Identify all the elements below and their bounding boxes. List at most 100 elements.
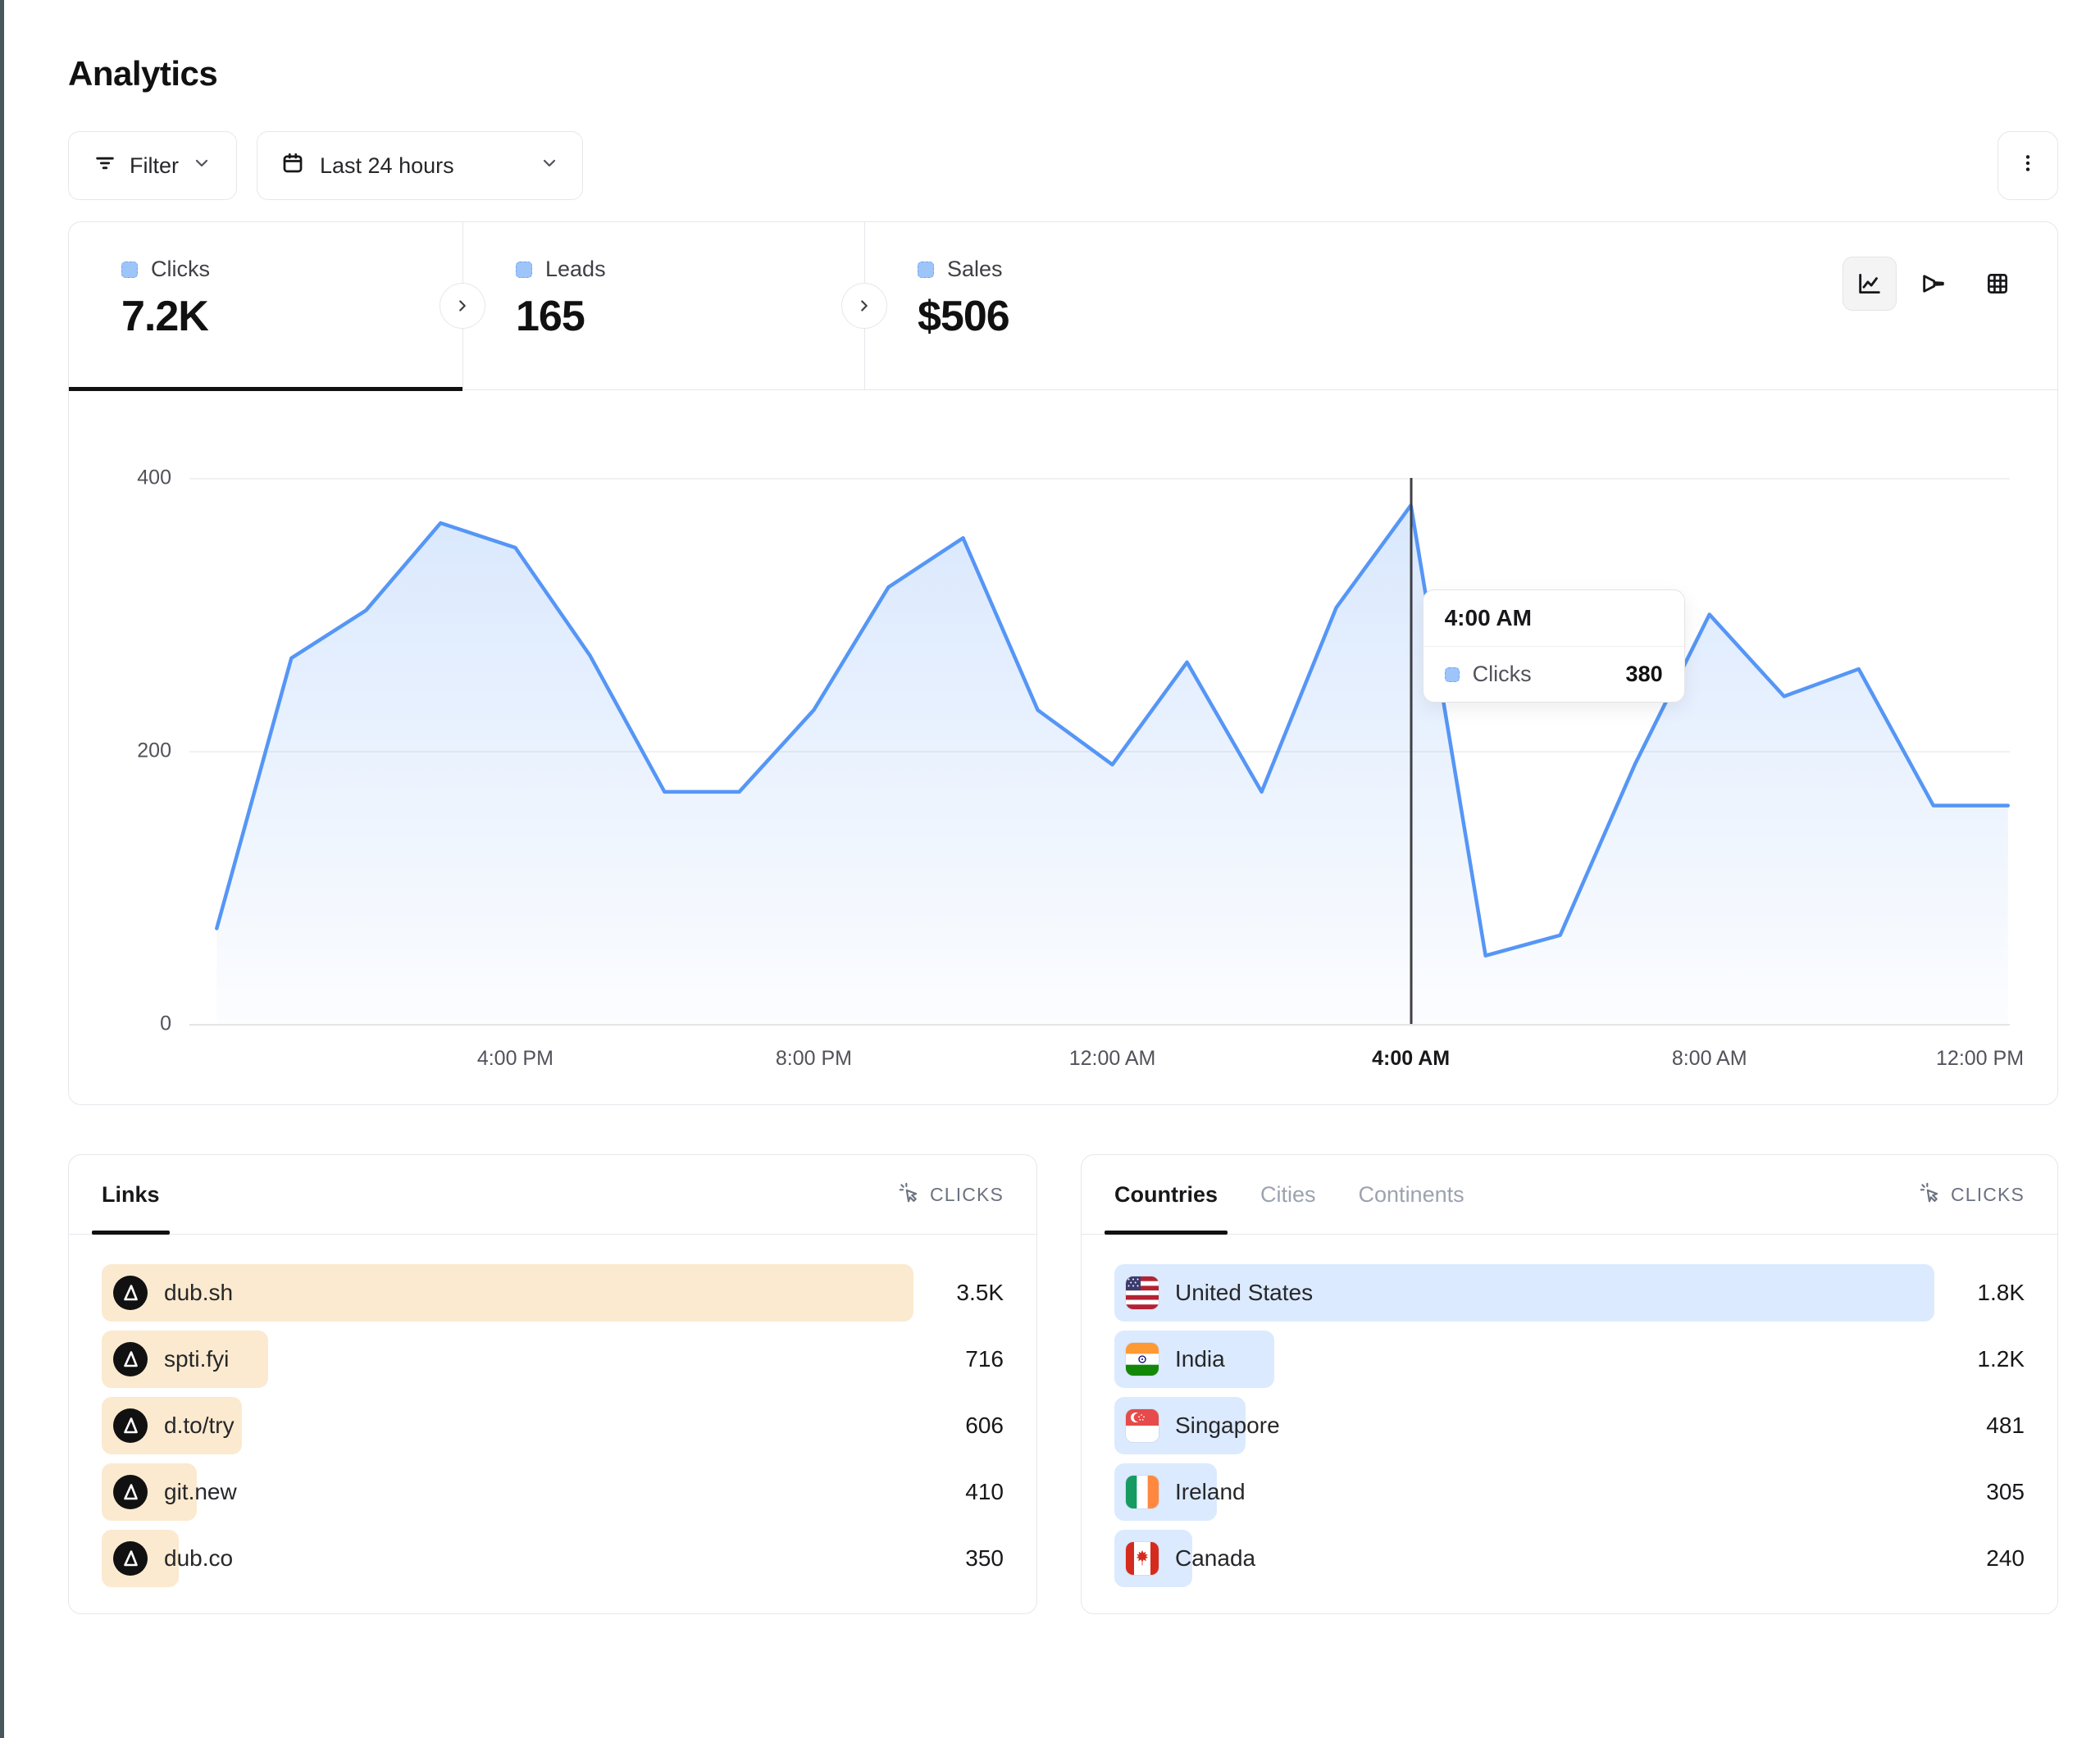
more-options-button[interactable] [1998,131,2058,200]
bar-track: git.new [102,1463,913,1521]
row-content: Ireland [1114,1463,1934,1521]
analytics-card: Clicks 7.2K Leads 165 Sales $506 [68,221,2058,1105]
filter-button[interactable]: Filter [68,131,237,200]
row-value: 1.8K [1934,1280,2025,1306]
funnel-icon [1920,270,1947,298]
x-tick: 12:00 AM [1069,1047,1156,1071]
stat-expand-button[interactable] [440,283,485,329]
table-view-button[interactable] [1970,257,2025,311]
bar-track: Canada [1114,1530,1934,1587]
hover-crosshair [1410,478,1412,1024]
row-content: dub.co [102,1530,913,1587]
country-row[interactable]: United States1.8K [1114,1264,2025,1322]
cursor-click-icon [897,1181,920,1208]
funnel-view-button[interactable] [1906,257,1961,311]
row-value: 305 [1934,1479,2025,1505]
row-value: 1.2K [1934,1346,2025,1372]
row-value: 3.5K [913,1280,1004,1306]
country-row[interactable]: India 1.2K [1114,1331,2025,1388]
tab-countries[interactable]: Countries [1105,1155,1228,1234]
date-range-button[interactable]: Last 24 hours [257,131,583,200]
links-metric-header[interactable]: CLICKS [897,1181,1004,1208]
bar-track: spti.fyi [102,1331,913,1388]
row-value: 240 [1934,1545,2025,1572]
filter-label: Filter [130,153,179,179]
ca-flag-icon [1126,1542,1159,1575]
x-tick: 12:00 PM [1936,1047,2024,1071]
row-content: git.new [102,1463,913,1521]
geo-metric-header[interactable]: CLICKS [1918,1181,2025,1208]
tab-continents[interactable]: Continents [1349,1155,1474,1234]
bar-track: dub.co [102,1530,913,1587]
row-content: India [1114,1331,1934,1388]
links-rows: dub.sh3.5Kspti.fyi716d.to/try606git.new4… [69,1235,1036,1587]
country-row[interactable]: Canada 240 [1114,1530,2025,1587]
clicks-chart[interactable]: 4002000 4:00 AM [69,390,2057,1104]
stat-clicks[interactable]: Clicks 7.2K [69,222,462,389]
geo-panel-header: Countries Cities Continents CLICKS [1082,1155,2057,1235]
tab-cities[interactable]: Cities [1250,1155,1326,1234]
x-tick: 4:00 PM [477,1047,553,1071]
row-content: d.to/try [102,1397,913,1454]
row-label: Canada [1175,1545,1255,1572]
dub-logo-icon [113,1408,148,1443]
table-grid-icon [1984,270,2011,298]
row-label: d.to/try [164,1413,235,1439]
geo-rows: United States1.8K India 1.2K Singapore 481 Ir… [1082,1235,2057,1587]
metric-header-label: CLICKS [1951,1184,2025,1206]
row-value: 481 [1934,1413,2025,1439]
stats-row: Clicks 7.2K Leads 165 Sales $506 [69,222,2057,390]
line-chart-icon [1856,270,1884,298]
sg-flag-icon [1126,1409,1159,1442]
tab-links[interactable]: Links [92,1155,170,1234]
row-content: Singapore [1114,1397,1934,1454]
row-content: Canada [1114,1530,1934,1587]
row-label: dub.co [164,1545,233,1572]
in-flag-icon [1126,1343,1159,1376]
dub-logo-icon [113,1342,148,1376]
geo-panel: Countries Cities Continents CLICKS United … [1081,1154,2058,1614]
cursor-click-icon [1918,1181,1941,1208]
stat-label: Sales [947,257,1003,282]
row-value: 410 [913,1479,1004,1505]
stat-expand-button[interactable] [841,283,887,329]
y-tick: 200 [137,739,171,763]
country-row[interactable]: Singapore 481 [1114,1397,2025,1454]
dub-logo-icon [113,1541,148,1576]
row-label: git.new [164,1479,237,1505]
row-value: 606 [913,1413,1004,1439]
calendar-icon [280,151,305,181]
link-row[interactable]: dub.co350 [102,1530,1004,1587]
filter-icon [93,152,116,180]
links-panel-header: Links CLICKS [69,1155,1036,1235]
row-label: dub.sh [164,1280,233,1306]
chevron-right-icon [453,297,471,315]
tooltip-metric-label: Clicks [1473,662,1532,687]
row-value: 716 [913,1346,1004,1372]
metric-header-label: CLICKS [930,1184,1004,1206]
link-row[interactable]: git.new 410 [102,1463,1004,1521]
bar-track: Ireland [1114,1463,1934,1521]
link-row[interactable]: spti.fyi716 [102,1331,1004,1388]
stat-leads[interactable]: Leads 165 [462,222,864,389]
us-flag-icon [1126,1276,1159,1309]
y-tick: 400 [137,466,171,490]
chart-plot-area[interactable]: 4002000 4:00 AM [189,478,2010,1026]
link-row[interactable]: d.to/try 606 [102,1397,1004,1454]
country-row[interactable]: Ireland 305 [1114,1463,2025,1521]
stat-label: Clicks [151,257,210,282]
analytics-page: Analytics Filter Last 24 hou [0,0,2100,1614]
line-chart-view-button[interactable] [1843,257,1897,311]
stat-label: Leads [545,257,606,282]
row-content: spti.fyi [102,1331,913,1388]
row-label: Singapore [1175,1413,1280,1439]
ie-flag-icon [1126,1476,1159,1508]
stat-value: 165 [516,292,864,341]
tooltip-legend-square [1445,667,1460,682]
tooltip-metric-value: 380 [1626,662,1663,687]
row-label: Ireland [1175,1479,1246,1505]
clicks-legend-square [121,262,138,278]
row-label: India [1175,1346,1225,1372]
link-row[interactable]: dub.sh 3.5K [102,1264,1004,1322]
sales-legend-square [918,262,934,278]
